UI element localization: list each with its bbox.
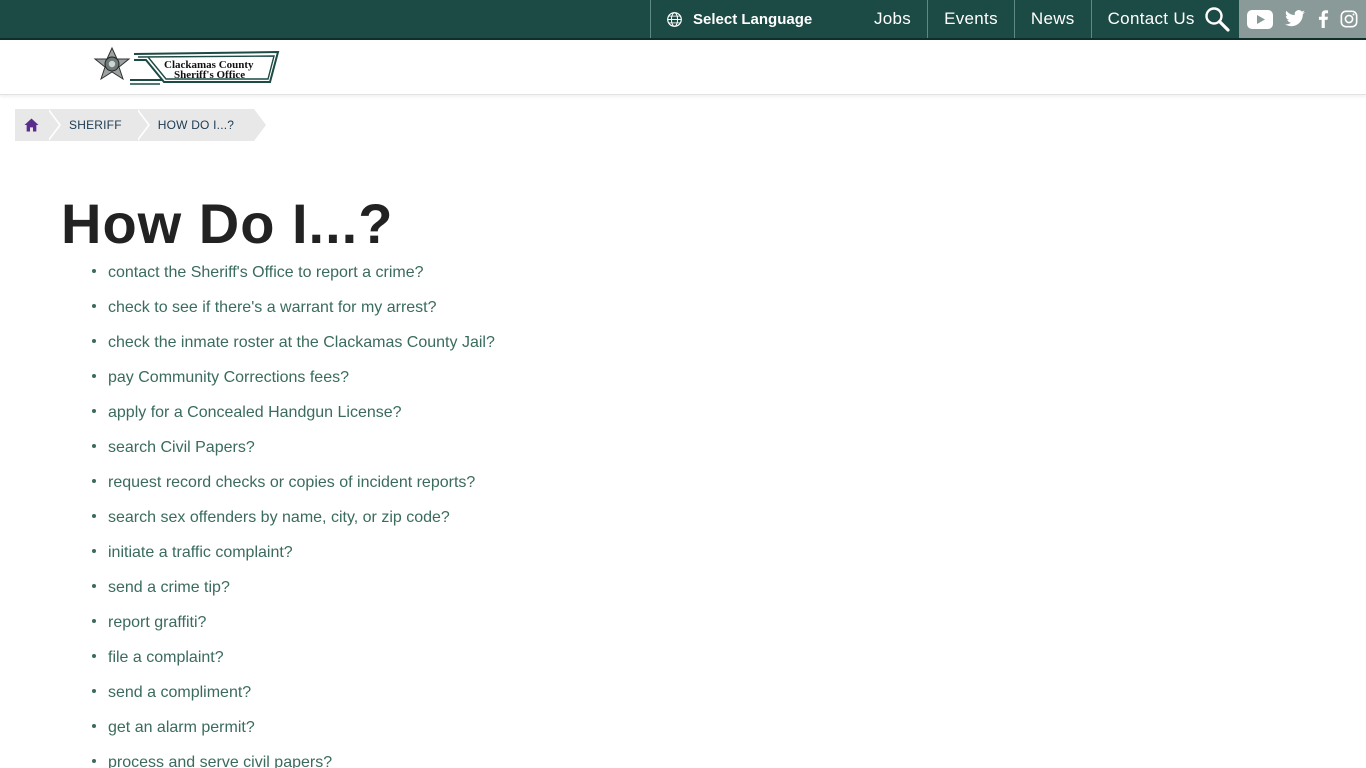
- bullet-icon: [92, 304, 96, 308]
- link-crime-tip[interactable]: send a crime tip?: [108, 579, 230, 597]
- twitter-icon[interactable]: [1284, 10, 1306, 28]
- nav-events[interactable]: Events: [928, 0, 1015, 38]
- list-item: get an alarm permit?: [90, 710, 495, 745]
- how-do-i-link-list: contact the Sheriff's Office to report a…: [90, 255, 495, 768]
- bullet-icon: [92, 409, 96, 413]
- link-community-corrections-fees[interactable]: pay Community Corrections fees?: [108, 369, 349, 387]
- bullet-icon: [92, 689, 96, 693]
- bullet-icon: [92, 619, 96, 623]
- link-send-compliment[interactable]: send a compliment?: [108, 684, 251, 702]
- link-inmate-roster[interactable]: check the inmate roster at the Clackamas…: [108, 334, 495, 352]
- list-item: send a crime tip?: [90, 570, 495, 605]
- search-icon: [1205, 7, 1230, 32]
- list-item: initiate a traffic complaint?: [90, 535, 495, 570]
- top-utility-bar: Select Language Jobs Events News Contact…: [0, 0, 1366, 38]
- link-report-crime[interactable]: contact the Sheriff's Office to report a…: [108, 264, 424, 282]
- social-links: [1239, 0, 1366, 38]
- breadcrumb-current: HOW DO I...?: [135, 109, 269, 141]
- facebook-icon[interactable]: [1317, 10, 1329, 28]
- link-sex-offenders[interactable]: search sex offenders by name, city, or z…: [108, 509, 450, 527]
- select-language-label: Select Language: [693, 10, 813, 28]
- list-item: report graffiti?: [90, 605, 495, 640]
- globe-icon: [667, 11, 682, 27]
- link-record-checks[interactable]: request record checks or copies of incid…: [108, 474, 475, 492]
- list-item: file a complaint?: [90, 640, 495, 675]
- link-alarm-permit[interactable]: get an alarm permit?: [108, 719, 255, 737]
- link-file-complaint[interactable]: file a complaint?: [108, 649, 224, 667]
- link-concealed-handgun-license[interactable]: apply for a Concealed Handgun License?: [108, 404, 402, 422]
- site-header: Clackamas County Sheriff's Office: [0, 40, 1366, 95]
- list-item: send a compliment?: [90, 675, 495, 710]
- link-serve-civil-papers[interactable]: process and serve civil papers?: [108, 754, 332, 768]
- bullet-icon: [92, 339, 96, 343]
- logo-line2: Sheriff's Office: [174, 69, 246, 81]
- select-language-button[interactable]: Select Language: [650, 0, 860, 38]
- youtube-icon[interactable]: [1246, 9, 1273, 29]
- home-icon: [24, 118, 38, 132]
- list-item: request record checks or copies of incid…: [90, 465, 495, 500]
- list-item: pay Community Corrections fees?: [90, 360, 495, 395]
- bullet-icon: [92, 584, 96, 588]
- list-item: search Civil Papers?: [90, 430, 495, 465]
- bullet-icon: [92, 444, 96, 448]
- nav-contact-us[interactable]: Contact Us: [1092, 0, 1211, 38]
- breadcrumb: SHERIFF HOW DO I...?: [15, 109, 269, 141]
- list-item: apply for a Concealed Handgun License?: [90, 395, 495, 430]
- bullet-icon: [92, 479, 96, 483]
- search-button[interactable]: [1196, 0, 1238, 38]
- bullet-icon: [92, 724, 96, 728]
- site-logo[interactable]: Clackamas County Sheriff's Office: [82, 46, 282, 88]
- list-item: process and serve civil papers?: [90, 745, 495, 768]
- top-nav: Jobs Events News Contact Us: [858, 0, 1211, 38]
- nav-news[interactable]: News: [1015, 0, 1092, 38]
- link-report-graffiti[interactable]: report graffiti?: [108, 614, 206, 632]
- breadcrumb-home[interactable]: [15, 109, 61, 141]
- list-item: check to see if there's a warrant for my…: [90, 290, 495, 325]
- bullet-icon: [92, 269, 96, 273]
- link-warrant-check[interactable]: check to see if there's a warrant for my…: [108, 299, 437, 317]
- list-item: search sex offenders by name, city, or z…: [90, 500, 495, 535]
- list-item: check the inmate roster at the Clackamas…: [90, 325, 495, 360]
- list-item: contact the Sheriff's Office to report a…: [90, 255, 495, 290]
- bullet-icon: [92, 514, 96, 518]
- bullet-icon: [92, 654, 96, 658]
- link-traffic-complaint[interactable]: initiate a traffic complaint?: [108, 544, 293, 562]
- nav-jobs[interactable]: Jobs: [858, 0, 929, 38]
- bullet-icon: [92, 759, 96, 763]
- bullet-icon: [92, 549, 96, 553]
- page-title: How Do I...?: [61, 192, 394, 255]
- bullet-icon: [92, 374, 96, 378]
- instagram-icon[interactable]: [1340, 10, 1358, 28]
- link-search-civil-papers[interactable]: search Civil Papers?: [108, 439, 255, 457]
